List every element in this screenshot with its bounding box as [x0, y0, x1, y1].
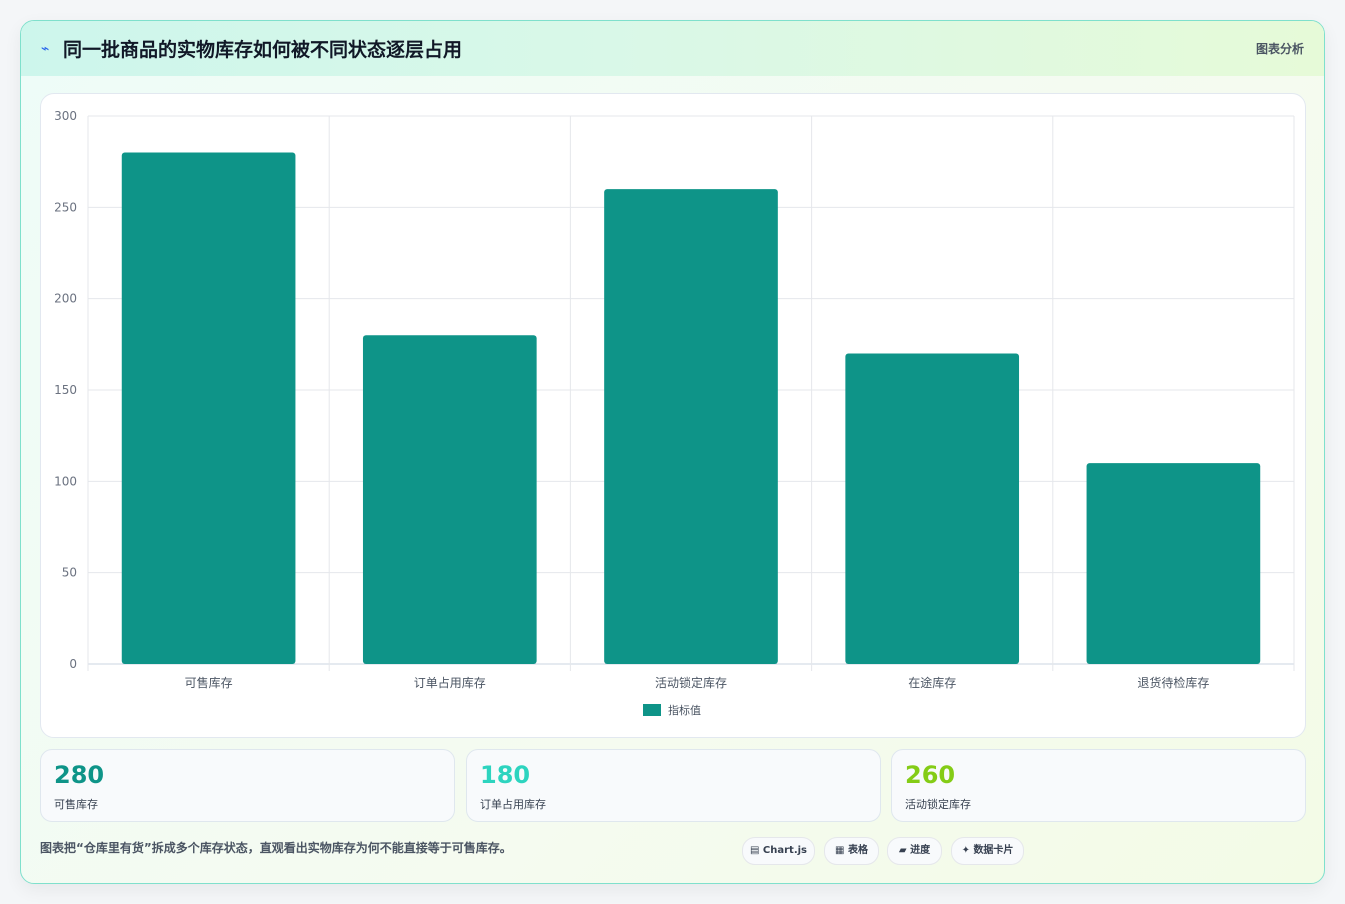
y-tick-label: 50 — [62, 566, 77, 580]
pill-label: 进度 — [910, 845, 931, 856]
bar — [845, 353, 1020, 664]
stat-value: 260 — [905, 761, 956, 789]
pill-label: Chart.js — [762, 845, 808, 856]
y-tick-label: 200 — [54, 292, 77, 306]
pill-label: 表格 — [847, 845, 868, 856]
footer-note: 图表把“仓库里有货”拆成多个库存状态，直观看出实物库存为何不能直接等于可售库存。 — [40, 841, 512, 855]
stat-value: 280 — [54, 761, 105, 789]
stat-card-2: 180 订单占用库存 — [466, 749, 881, 822]
sparkle-icon: ✦ — [961, 845, 970, 856]
legend-swatch — [643, 704, 661, 716]
x-tick-label: 在途库存 — [908, 675, 956, 690]
chart-analysis-tag: 图表分析 — [1255, 42, 1304, 56]
bar — [121, 152, 296, 664]
card-header: ⌁ 同一批商品的实物库存如何被不同状态逐层占用 图表分析 — [21, 21, 1324, 76]
chart-legend: 指标值 — [643, 703, 701, 717]
data-card-pill[interactable]: ✦ 数据卡片 — [951, 837, 1024, 865]
x-axis: 可售库存 订单占用库存 活动锁定库存 在途库存 退货待检库存 — [185, 675, 1210, 690]
y-axis: 0 50 100 150 200 250 300 — [54, 109, 77, 671]
stat-value: 180 — [480, 761, 531, 789]
chart-icon: ▤ — [749, 845, 760, 856]
x-tick-label: 可售库存 — [185, 675, 233, 690]
x-tick-label: 退货待检库存 — [1137, 675, 1209, 690]
legend-label: 指标值 — [668, 703, 701, 717]
table-icon: ▦ — [835, 845, 845, 856]
bar — [362, 335, 537, 664]
chart-panel: 0 50 100 150 200 250 300 可售库存 订单占用库存 活动锁定库存 在途库存 退… — [40, 93, 1306, 738]
chart-line-icon: ⌁ — [41, 41, 50, 57]
pill-label: 数据卡片 — [973, 845, 1014, 856]
bar — [604, 189, 778, 665]
stat-label: 活动锁定库存 — [905, 798, 971, 811]
bar-chart: 0 50 100 150 200 250 300 可售库存 订单占用库存 活动锁定库存 在途库存 退… — [54, 109, 1295, 717]
progress-icon: ▰ — [898, 845, 907, 856]
x-tick-label: 订单占用库存 — [414, 675, 486, 690]
y-tick-label: 250 — [54, 200, 77, 214]
x-tick-label: 活动锁定库存 — [655, 675, 727, 690]
table-pill[interactable]: ▦ 表格 — [824, 837, 879, 865]
bar-series — [121, 152, 1261, 665]
chart-card: ⌁ 同一批商品的实物库存如何被不同状态逐层占用 图表分析 0 50 100 150 20… — [20, 20, 1325, 884]
y-tick-label: 300 — [54, 109, 77, 123]
stat-label: 可售库存 — [54, 798, 98, 811]
progress-pill[interactable]: ▰ 进度 — [887, 837, 942, 865]
y-tick-label: 0 — [69, 657, 77, 671]
bar — [1086, 463, 1261, 664]
y-tick-label: 100 — [54, 474, 77, 488]
chartjs-pill[interactable]: ▤ Chart.js — [742, 837, 815, 865]
stat-card-3: 260 活动锁定库存 — [891, 749, 1306, 822]
page-title: 同一批商品的实物库存如何被不同状态逐层占用 — [63, 39, 463, 61]
stat-card-1: 280 可售库存 — [40, 749, 455, 822]
stat-label: 订单占用库存 — [480, 798, 546, 811]
y-tick-label: 150 — [54, 383, 77, 397]
